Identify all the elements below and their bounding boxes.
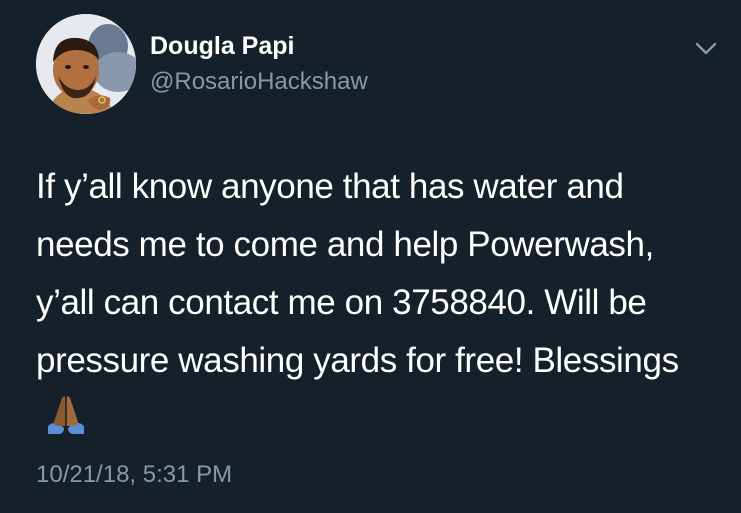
- avatar[interactable]: [36, 14, 136, 114]
- user-handle[interactable]: @RosarioHackshaw: [150, 67, 368, 97]
- chevron-down-icon[interactable]: [692, 38, 720, 58]
- display-name[interactable]: Dougla Papi: [150, 31, 294, 61]
- tweet-text-container: If y’all know anyone that has water and …: [36, 158, 706, 448]
- timestamp[interactable]: 10/21/18, 5:31 PM: [36, 460, 232, 490]
- folded-hands-emoji: [48, 396, 84, 434]
- tweet-text: If y’all know anyone that has water and …: [36, 167, 679, 380]
- tweet-card: Dougla Papi @RosarioHackshaw If y’all kn…: [0, 0, 741, 513]
- avatar-photo: [36, 14, 136, 114]
